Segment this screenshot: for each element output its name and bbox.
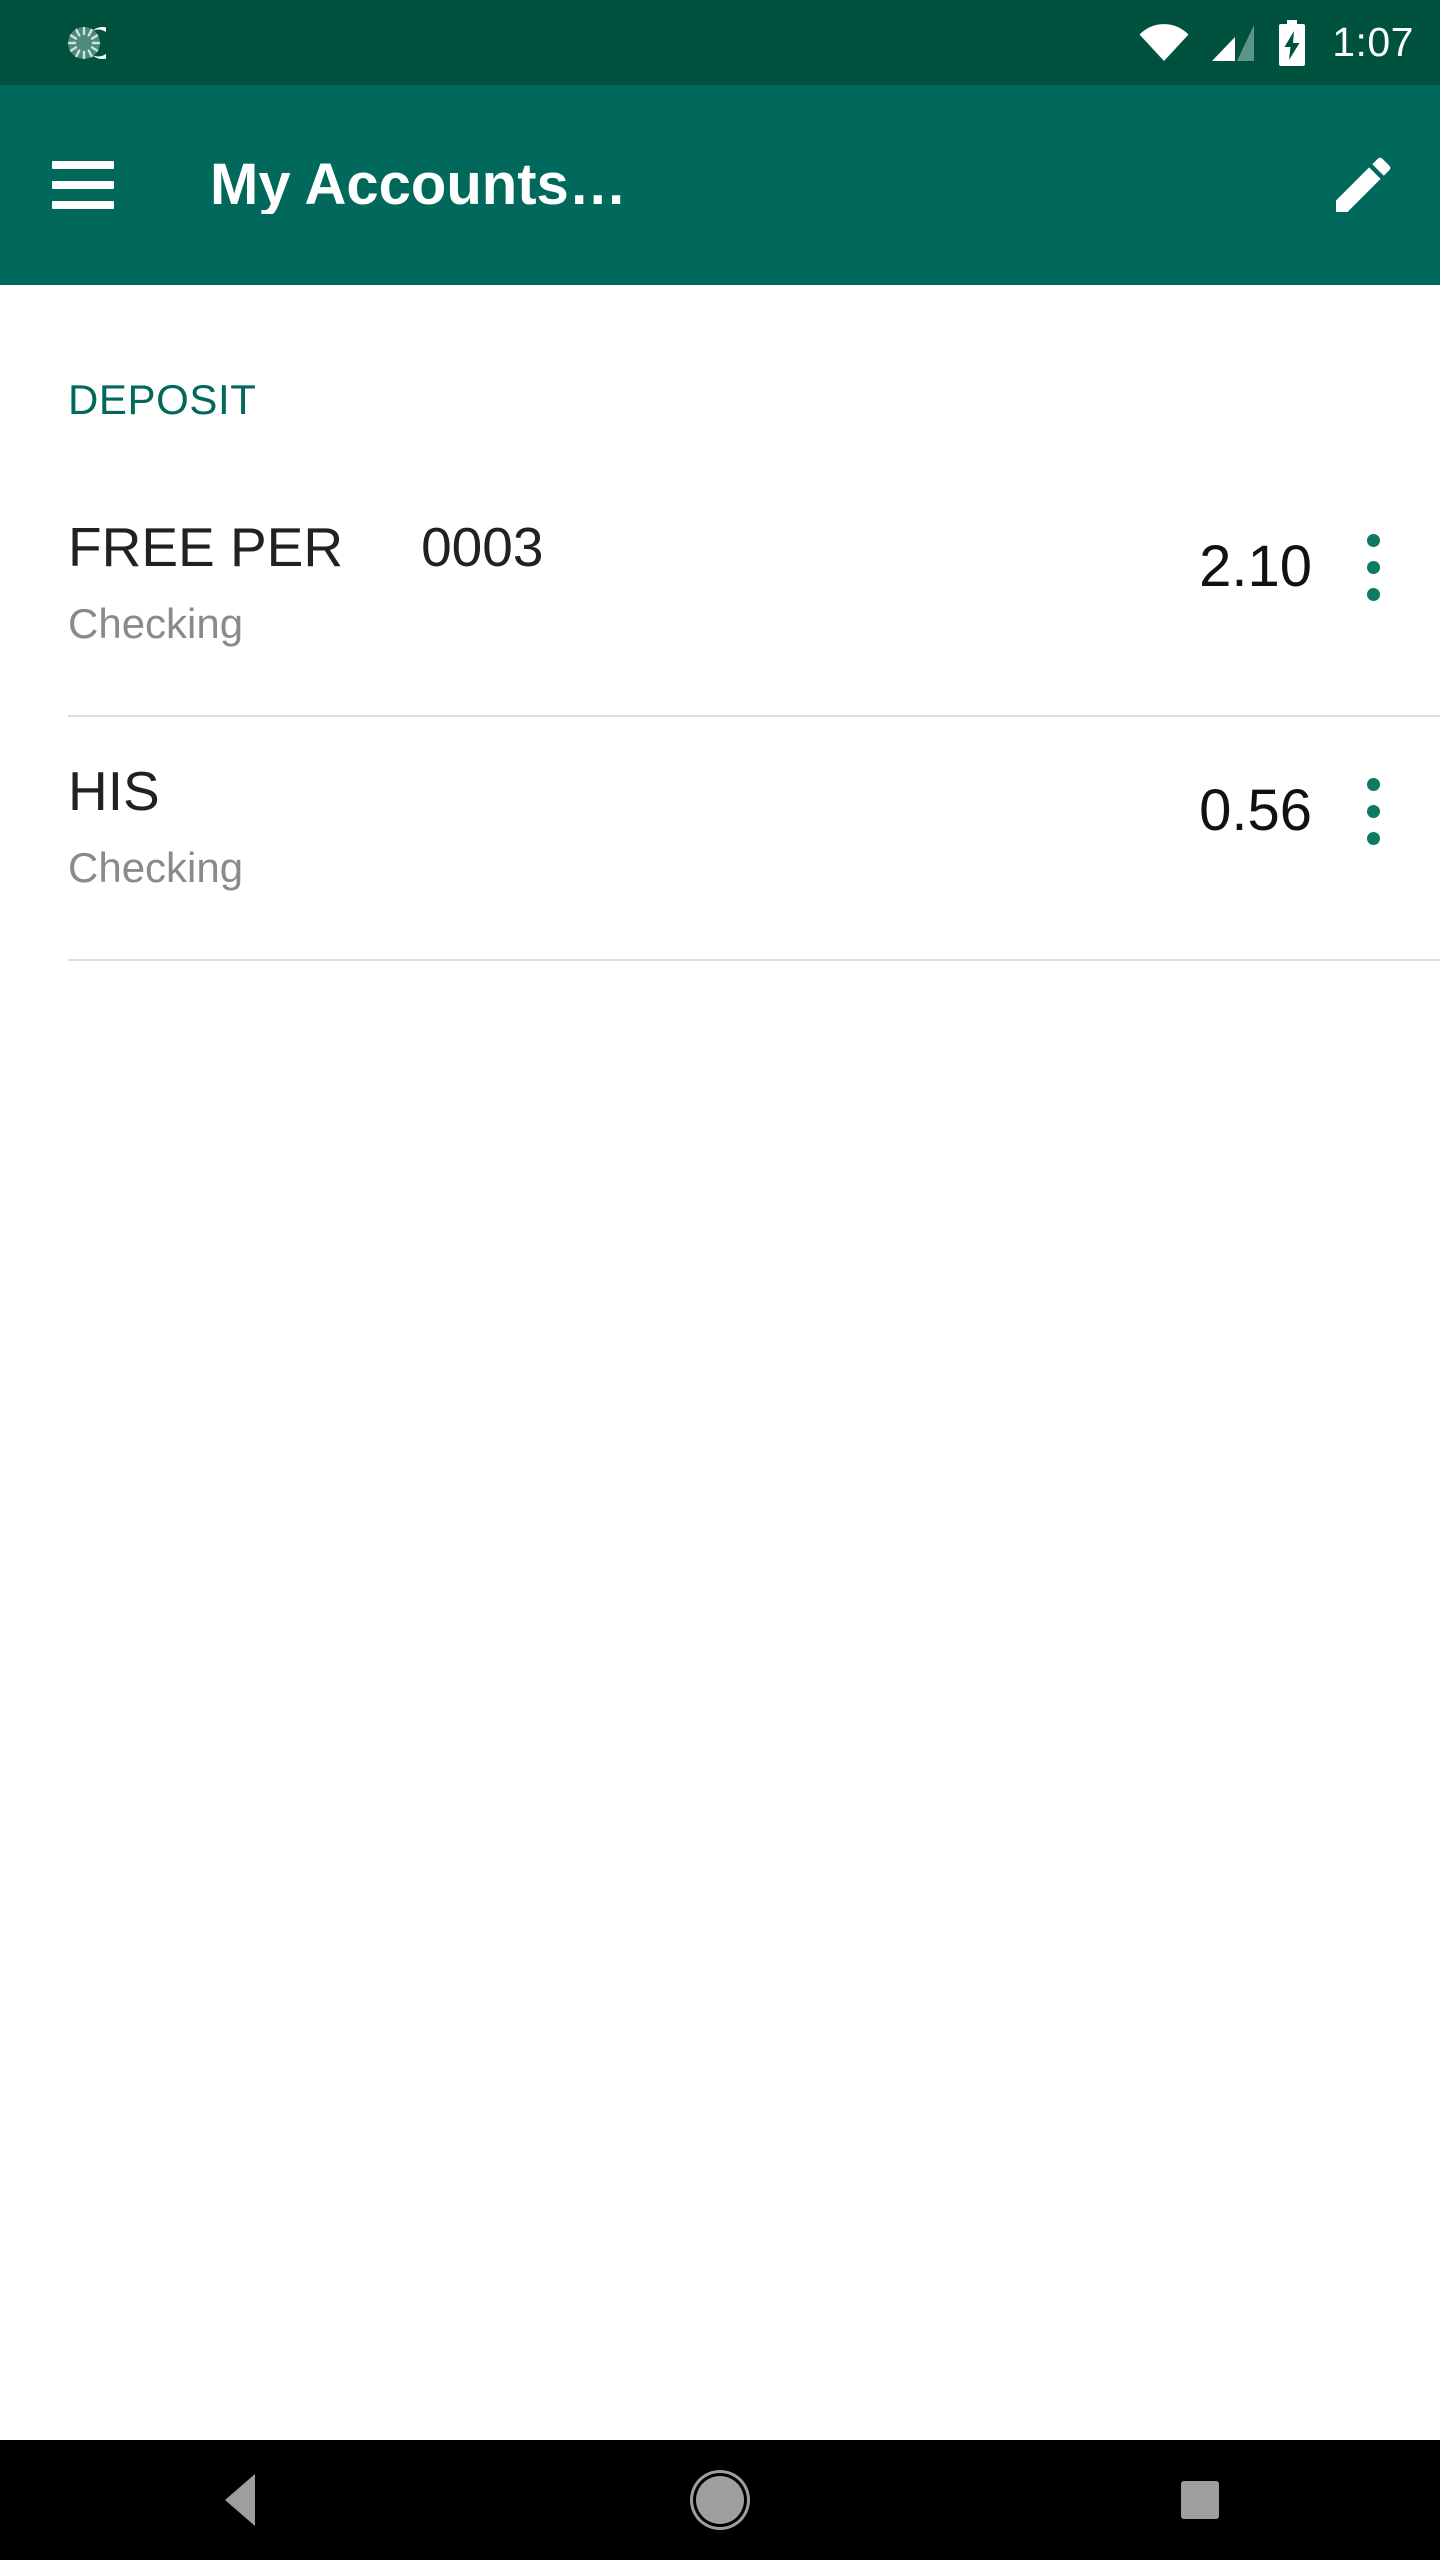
status-bar: 1:07 (0, 0, 1440, 85)
page-title: My Accounts… (210, 156, 627, 214)
android-navigation-bar (0, 2440, 1440, 2560)
status-bar-system-icons: 1:07 (1138, 19, 1414, 66)
account-name: HIS (68, 760, 160, 822)
hamburger-menu-icon[interactable] (52, 161, 114, 209)
hamburger-bar-3 (52, 201, 114, 209)
edit-pencil-icon[interactable] (1328, 150, 1398, 220)
account-primary-info: FREE PER Checking 0003 (68, 516, 1199, 647)
account-trailing: 2.10 (1199, 519, 1400, 609)
account-list-container: DEPOSIT FREE PER Checking 0003 2.10 HIS … (0, 285, 1440, 2440)
app-screen: 1:07 My Accounts… DEPOSIT FREE PER Check… (0, 0, 1440, 2560)
account-primary-info: HIS Checking (68, 760, 1199, 891)
account-type: Checking (68, 843, 244, 891)
account-type: Checking (68, 599, 244, 647)
nav-back-button[interactable] (140, 2440, 340, 2560)
overflow-dot-1 (1366, 533, 1380, 547)
account-balance: 2.10 (1199, 534, 1312, 599)
overflow-dot-3 (1366, 831, 1380, 845)
account-name-block: HIS Checking (68, 760, 244, 891)
account-row[interactable]: HIS Checking 0.56 (0, 717, 1440, 959)
home-circle-icon (696, 2476, 744, 2524)
overflow-menu-icon[interactable] (1346, 769, 1400, 853)
account-trailing: 0.56 (1199, 763, 1400, 853)
account-list: FREE PER Checking 0003 2.10 HIS Checking… (0, 473, 1440, 961)
overflow-menu-icon[interactable] (1346, 525, 1400, 609)
hamburger-bar-2 (52, 181, 114, 189)
overflow-dot-2 (1366, 560, 1380, 574)
back-triangle-icon (225, 2474, 255, 2526)
account-balance: 0.56 (1199, 778, 1312, 843)
app-bar: My Accounts… (0, 85, 1440, 285)
sync-icon (62, 21, 106, 65)
account-name: FREE PER (68, 516, 344, 578)
recents-square-icon (1181, 2481, 1219, 2519)
nav-home-button[interactable] (620, 2440, 820, 2560)
wifi-icon (1138, 23, 1190, 63)
nav-recents-button[interactable] (1100, 2440, 1300, 2560)
overflow-dot-3 (1366, 587, 1380, 601)
cellular-signal-icon (1210, 23, 1256, 63)
account-number: 0003 (421, 516, 544, 578)
overflow-dot-1 (1366, 777, 1380, 791)
overflow-dot-2 (1366, 804, 1380, 818)
status-bar-clock: 1:07 (1332, 19, 1414, 65)
hamburger-bar-1 (52, 161, 114, 169)
account-name-block: FREE PER Checking (68, 516, 344, 647)
battery-charging-icon (1276, 19, 1308, 66)
list-divider (68, 959, 1440, 961)
section-header-deposit: DEPOSIT (68, 376, 257, 423)
account-row[interactable]: FREE PER Checking 0003 2.10 (0, 473, 1440, 715)
status-bar-notifications (62, 21, 106, 65)
